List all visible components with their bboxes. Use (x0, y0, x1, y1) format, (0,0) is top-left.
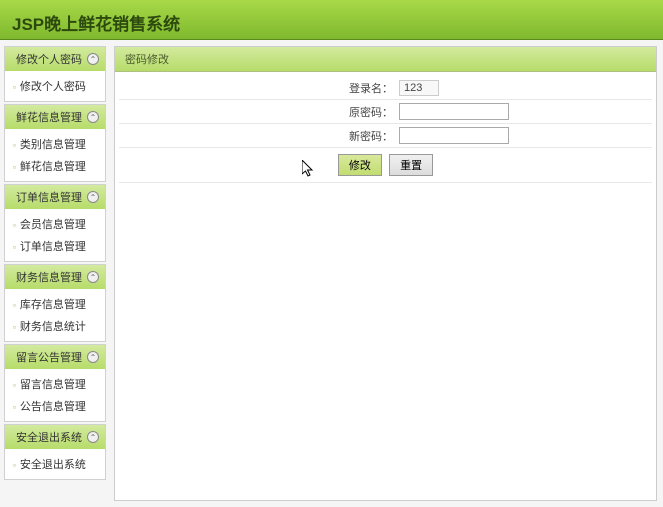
sidebar-item-category-mgmt[interactable]: 类别信息管理 (11, 133, 99, 155)
menu-group-message: 留言公告管理 ⌃ 留言信息管理 公告信息管理 (4, 344, 106, 422)
chevron-icon: ⌃ (87, 111, 99, 123)
sidebar-item-order-mgmt[interactable]: 订单信息管理 (11, 235, 99, 257)
old-password-wrap (399, 103, 652, 120)
old-password-label: 原密码： (119, 104, 399, 120)
main-container: 修改个人密码 ⌃ 修改个人密码 鲜花信息管理 ⌃ 类别信息管理 鲜花信息管理 订… (0, 40, 663, 507)
sidebar-item-message-mgmt[interactable]: 留言信息管理 (11, 373, 99, 395)
form-row-new-password: 新密码： (119, 124, 652, 148)
menu-items: 修改个人密码 (5, 71, 105, 101)
login-value-wrap: 123 (399, 80, 652, 96)
new-password-wrap (399, 127, 652, 144)
login-value: 123 (399, 80, 439, 96)
menu-header-label: 订单信息管理 (11, 189, 87, 205)
chevron-icon: ⌃ (87, 351, 99, 363)
sidebar-item-change-password[interactable]: 修改个人密码 (11, 75, 99, 97)
menu-header-label: 留言公告管理 (11, 349, 87, 365)
menu-items: 类别信息管理 鲜花信息管理 (5, 129, 105, 181)
menu-header-label: 财务信息管理 (11, 269, 87, 285)
menu-header-password[interactable]: 修改个人密码 ⌃ (5, 47, 105, 71)
menu-header-label: 鲜花信息管理 (11, 109, 87, 125)
menu-header-label: 修改个人密码 (11, 51, 87, 67)
new-password-label: 新密码： (119, 128, 399, 144)
sidebar-item-exit[interactable]: 安全退出系统 (11, 453, 99, 475)
form-row-login: 登录名： 123 (119, 76, 652, 100)
menu-group-order: 订单信息管理 ⌃ 会员信息管理 订单信息管理 (4, 184, 106, 262)
menu-header-exit[interactable]: 安全退出系统 ⌃ (5, 425, 105, 449)
menu-items: 库存信息管理 财务信息统计 (5, 289, 105, 341)
sidebar-item-finance-stats[interactable]: 财务信息统计 (11, 315, 99, 337)
old-password-input[interactable] (399, 103, 509, 120)
app-title: JSP晚上鲜花销售系统 (12, 10, 651, 35)
menu-group-flower: 鲜花信息管理 ⌃ 类别信息管理 鲜花信息管理 (4, 104, 106, 182)
chevron-icon: ⌃ (87, 431, 99, 443)
form-area: 登录名： 123 原密码： 新密码： 修改 重置 (115, 72, 656, 187)
login-label: 登录名： (119, 80, 399, 96)
menu-header-flower[interactable]: 鲜花信息管理 ⌃ (5, 105, 105, 129)
sidebar-item-member-mgmt[interactable]: 会员信息管理 (11, 213, 99, 235)
sidebar-item-flower-mgmt[interactable]: 鲜花信息管理 (11, 155, 99, 177)
menu-items: 留言信息管理 公告信息管理 (5, 369, 105, 421)
sidebar-item-notice-mgmt[interactable]: 公告信息管理 (11, 395, 99, 417)
sidebar: 修改个人密码 ⌃ 修改个人密码 鲜花信息管理 ⌃ 类别信息管理 鲜花信息管理 订… (0, 40, 110, 507)
menu-group-finance: 财务信息管理 ⌃ 库存信息管理 财务信息统计 (4, 264, 106, 342)
new-password-input[interactable] (399, 127, 509, 144)
main-panel: 密码修改 登录名： 123 原密码： 新密码： (114, 46, 657, 501)
chevron-icon: ⌃ (87, 53, 99, 65)
menu-header-label: 安全退出系统 (11, 429, 87, 445)
chevron-icon: ⌃ (87, 271, 99, 283)
sidebar-item-inventory-mgmt[interactable]: 库存信息管理 (11, 293, 99, 315)
app-header: JSP晚上鲜花销售系统 (0, 0, 663, 40)
menu-group-exit: 安全退出系统 ⌃ 安全退出系统 (4, 424, 106, 480)
panel-title: 密码修改 (115, 47, 656, 72)
menu-group-password: 修改个人密码 ⌃ 修改个人密码 (4, 46, 106, 102)
menu-header-finance[interactable]: 财务信息管理 ⌃ (5, 265, 105, 289)
button-row: 修改 重置 (119, 148, 652, 183)
menu-header-order[interactable]: 订单信息管理 ⌃ (5, 185, 105, 209)
menu-items: 安全退出系统 (5, 449, 105, 479)
menu-header-message[interactable]: 留言公告管理 ⌃ (5, 345, 105, 369)
chevron-icon: ⌃ (87, 191, 99, 203)
form-row-old-password: 原密码： (119, 100, 652, 124)
submit-button[interactable]: 修改 (338, 154, 382, 176)
reset-button[interactable]: 重置 (389, 154, 433, 176)
menu-items: 会员信息管理 订单信息管理 (5, 209, 105, 261)
